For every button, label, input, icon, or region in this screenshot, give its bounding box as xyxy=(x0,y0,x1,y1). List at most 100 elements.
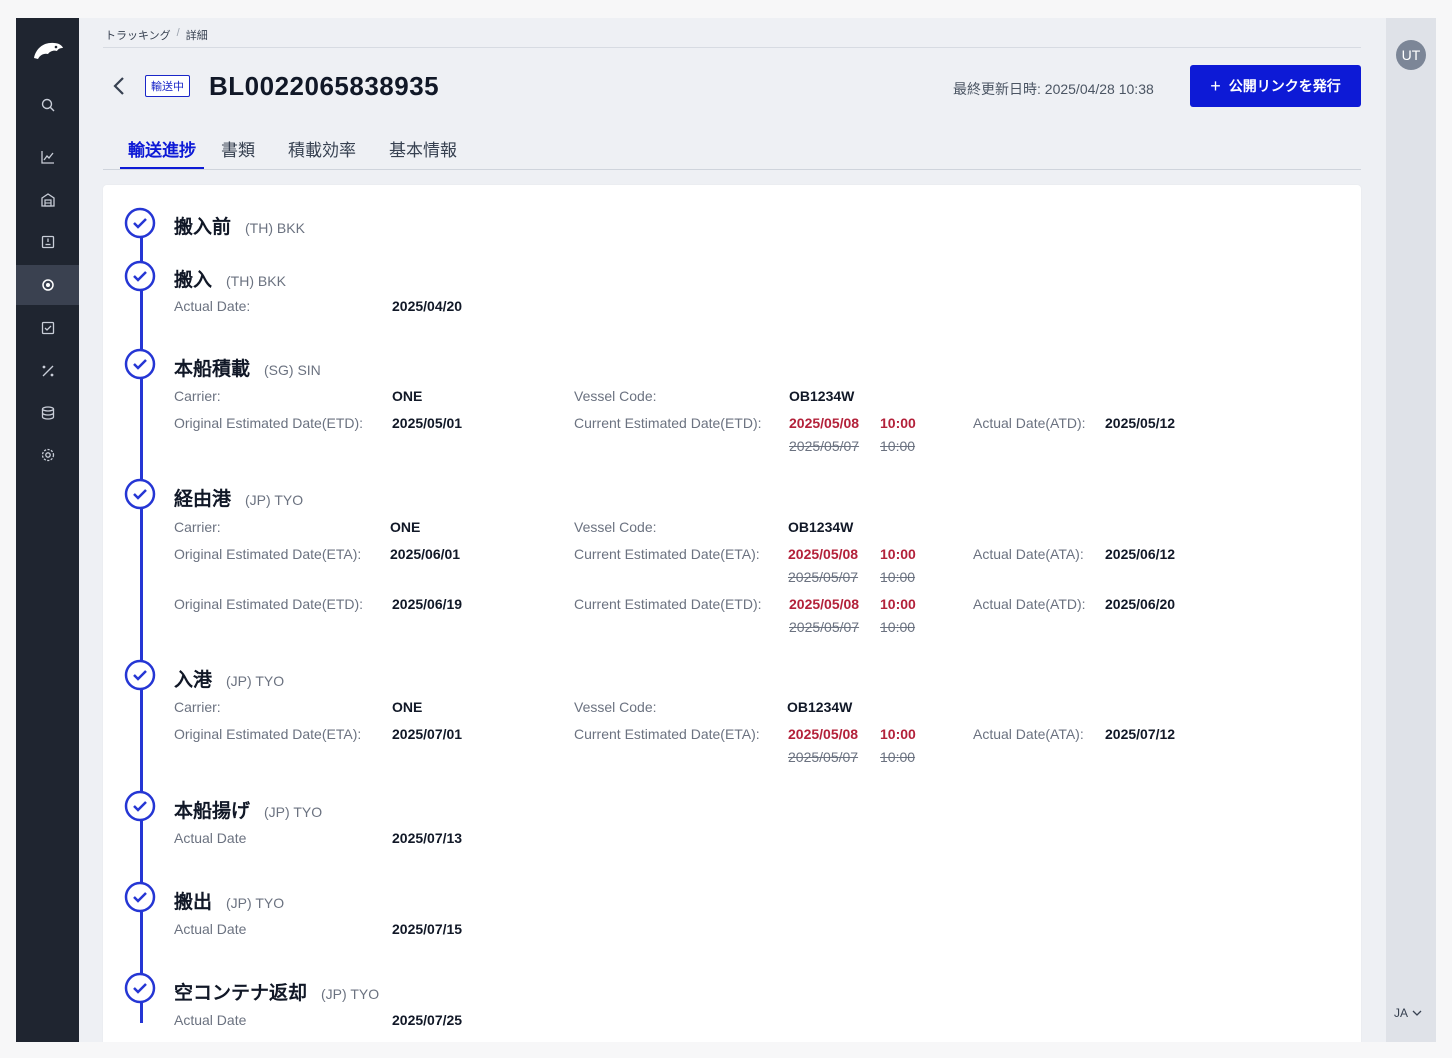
check-circle-icon xyxy=(124,348,156,380)
step-location: (SG) SIN xyxy=(264,362,321,378)
check-circle-icon xyxy=(124,260,156,292)
nav-warehouse[interactable] xyxy=(16,180,79,220)
step-title: 入港 (JP) TYO xyxy=(174,665,284,692)
previous-eta-date: 2025/05/07 xyxy=(788,569,859,585)
step-name: 空コンテナ返却 xyxy=(174,983,308,1004)
current-eta-label: Current Estimated Date(ETA): xyxy=(574,546,760,562)
breadcrumb: トラッキング / 詳細 xyxy=(105,27,208,43)
nav-tracking[interactable] xyxy=(16,265,79,305)
chevron-down-icon xyxy=(1412,1010,1422,1016)
previous-etd-time: 10:00 xyxy=(880,619,916,635)
actual-date-value: 2025/04/20 xyxy=(392,298,463,314)
step-name: 本船積載 xyxy=(174,359,251,380)
tab-efficiency[interactable]: 積載効率 xyxy=(288,136,356,169)
vessel-code-label: Vessel Code: xyxy=(574,699,657,715)
back-icon[interactable] xyxy=(109,74,129,98)
nav-analytics[interactable] xyxy=(16,137,79,177)
actual-ata-label: Actual Date(ATA): xyxy=(973,726,1084,742)
timeline-card: 搬入前 (TH) BKK 搬入 (TH) BKK Actual Date: 20… xyxy=(103,185,1361,1042)
page-title: BL0022065838935 xyxy=(209,71,440,101)
current-eta-label: Current Estimated Date(ETA): xyxy=(574,726,760,742)
vessel-code-label: Vessel Code: xyxy=(574,519,657,535)
step-location: (JP) TYO xyxy=(226,673,285,689)
carrier-value: ONE xyxy=(392,699,423,715)
step-title: 搬入前 (TH) BKK xyxy=(174,212,305,239)
language-label: JA xyxy=(1394,1006,1409,1020)
check-circle-icon xyxy=(124,972,156,1004)
previous-etd-date: 2025/05/07 xyxy=(789,438,860,454)
current-eta-time: 10:00 xyxy=(880,726,916,742)
main-content: トラッキング / 詳細 輸送中 BL0022065838935 最終更新日時: … xyxy=(79,18,1386,1042)
chart-icon xyxy=(40,151,54,164)
step-name: 本船揚げ xyxy=(174,801,251,822)
nav-search[interactable] xyxy=(16,85,79,125)
carrier-label: Carrier: xyxy=(174,519,221,535)
language-selector[interactable]: JA xyxy=(1394,1006,1422,1020)
step-name: 経由港 xyxy=(174,489,232,510)
actual-atd-label: Actual Date(ATD): xyxy=(973,596,1086,612)
actual-date-label: Actual Date xyxy=(174,921,247,937)
step-name: 搬出 xyxy=(174,892,213,913)
vessel-code-value: OB1234W xyxy=(789,388,855,404)
step-title: 本船積載 (SG) SIN xyxy=(174,354,321,381)
current-etd-time: 10:00 xyxy=(880,415,916,431)
check-circle-icon xyxy=(124,790,156,822)
step-title: 空コンテナ返却 (JP) TYO xyxy=(174,978,379,1005)
original-etd-label: Original Estimated Date(ETD): xyxy=(174,596,364,612)
carrier-value: ONE xyxy=(392,388,423,404)
settings-icon xyxy=(41,448,54,462)
step-name: 搬入前 xyxy=(174,217,232,238)
check-circle-icon xyxy=(124,478,156,510)
nav-settings[interactable] xyxy=(16,435,79,475)
current-eta-date: 2025/05/08 xyxy=(788,726,859,742)
tab-documents[interactable]: 書類 xyxy=(221,136,255,169)
previous-etd-time: 10:00 xyxy=(880,438,916,454)
check-circle-icon xyxy=(124,659,156,691)
step-location: (TH) BKK xyxy=(245,220,305,236)
current-etd-date: 2025/05/08 xyxy=(789,415,860,431)
document-icon xyxy=(41,235,54,249)
search-icon xyxy=(41,98,54,112)
breadcrumb-parent[interactable]: トラッキング xyxy=(105,27,171,43)
tab-basic-info[interactable]: 基本情報 xyxy=(389,136,457,169)
checklist-icon xyxy=(41,321,54,335)
nav-documents[interactable] xyxy=(16,222,79,262)
check-circle-icon xyxy=(124,207,156,239)
logo-icon[interactable] xyxy=(30,36,66,64)
current-etd-label: Current Estimated Date(ETD): xyxy=(574,596,762,612)
step-location: (JP) TYO xyxy=(226,895,285,911)
nav-efficiency[interactable] xyxy=(16,351,79,391)
actual-ata-label: Actual Date(ATA): xyxy=(973,546,1084,562)
vessel-code-value: OB1234W xyxy=(788,519,854,535)
publish-link-button[interactable]: + 公開リンクを発行 xyxy=(1190,65,1361,107)
original-etd-value: 2025/06/19 xyxy=(392,596,463,612)
previous-eta-time: 10:00 xyxy=(880,569,916,585)
actual-ata-value: 2025/06/12 xyxy=(1105,546,1176,562)
actual-atd-label: Actual Date(ATD): xyxy=(973,415,1086,431)
actual-date-value: 2025/07/15 xyxy=(392,921,463,937)
actual-atd-value: 2025/06/20 xyxy=(1105,596,1176,612)
step-location: (JP) TYO xyxy=(245,492,304,508)
original-eta-label: Original Estimated Date(ETA): xyxy=(174,546,362,562)
breadcrumb-separator: / xyxy=(176,27,180,39)
original-etd-value: 2025/05/01 xyxy=(392,415,463,431)
tracking-icon xyxy=(41,279,54,291)
actual-date-label: Actual Date xyxy=(174,1012,247,1028)
carrier-label: Carrier: xyxy=(174,699,221,715)
nav-database[interactable] xyxy=(16,393,79,433)
actual-date-value: 2025/07/13 xyxy=(392,830,463,846)
current-etd-date: 2025/05/08 xyxy=(789,596,860,612)
nav-checklist[interactable] xyxy=(16,308,79,348)
database-icon xyxy=(41,406,54,420)
tab-progress[interactable]: 輸送進捗 xyxy=(120,136,204,169)
previous-etd-date: 2025/05/07 xyxy=(789,619,860,635)
warehouse-icon xyxy=(40,193,55,207)
step-location: (JP) TYO xyxy=(264,804,323,820)
vessel-code-value: OB1234W xyxy=(787,699,853,715)
previous-eta-date: 2025/05/07 xyxy=(788,749,859,765)
avatar[interactable]: UT xyxy=(1396,40,1426,70)
header-divider xyxy=(103,47,1361,48)
current-etd-time: 10:00 xyxy=(880,596,916,612)
step-name: 搬入 xyxy=(174,270,213,291)
original-etd-label: Original Estimated Date(ETD): xyxy=(174,415,364,431)
